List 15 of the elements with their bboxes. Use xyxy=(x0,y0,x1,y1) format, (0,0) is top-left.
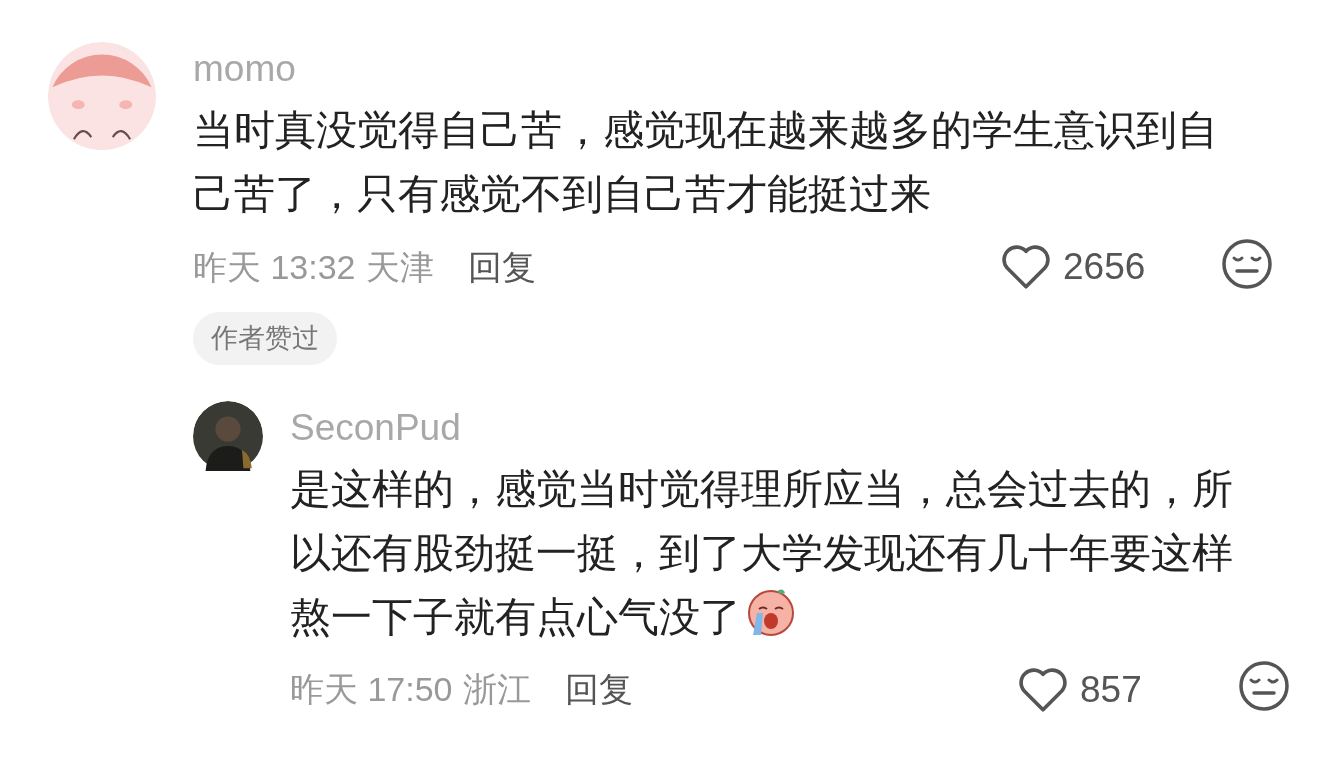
reply-link[interactable]: 回复 xyxy=(467,241,536,293)
location: 天津 xyxy=(365,246,434,288)
heart-icon[interactable] xyxy=(1001,244,1051,290)
author-liked-badge: 作者赞过 xyxy=(193,312,337,365)
comment-text: 当时真没觉得自己苦，感觉现在越来越多的学生意识到自己苦了，只有感觉不到自己苦才能挺过来 xyxy=(193,106,1219,219)
like-count: 2656 xyxy=(1063,245,1147,290)
location: 浙江 xyxy=(462,669,531,710)
like-count: 857 xyxy=(1080,667,1143,712)
face-icon[interactable] xyxy=(1238,660,1290,712)
heart-icon[interactable] xyxy=(1018,666,1068,713)
face-icon[interactable] xyxy=(1221,237,1273,290)
comment-text: 是这样的，感觉当时觉得理所应当，总会过去的，所以还有股劲挺一挺，到了大学发现还有几十年要这样熬一下子就有点心气没了 xyxy=(290,464,1234,642)
timestamp: 昨天 17:50 xyxy=(290,669,453,710)
reply-link[interactable]: 回复 xyxy=(564,664,633,715)
timestamp: 昨天 13:32 xyxy=(193,246,356,288)
